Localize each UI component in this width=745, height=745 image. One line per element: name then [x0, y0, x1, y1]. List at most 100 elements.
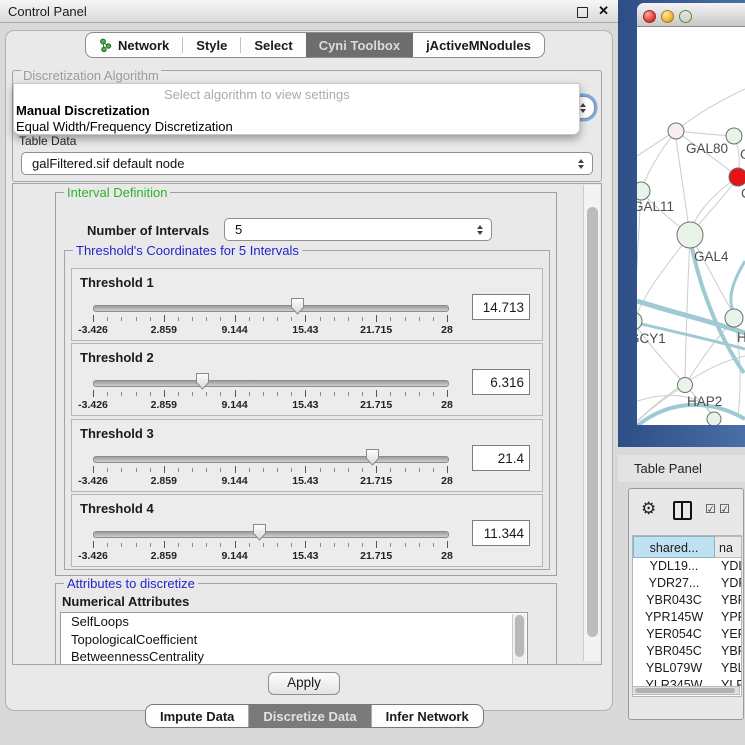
column-header-name[interactable]: na [715, 536, 742, 558]
tab-discretize-data[interactable]: Discretize Data [249, 705, 371, 727]
control-panel-tabs: Network StyleSelectCyni ToolboxjActiveMNo… [85, 32, 545, 58]
cell-name: YDL1 [715, 558, 742, 575]
dropdown-item-equal-width[interactable]: Equal Width/Frequency Discretization [16, 119, 579, 134]
list-scrollbar-thumb[interactable] [515, 615, 524, 657]
table-horizontal-scrollbar[interactable] [632, 686, 740, 695]
thresholds-group-title: Threshold's Coordinates for 5 Intervals [73, 243, 302, 258]
axis-tick-label: 15.43 [292, 475, 318, 487]
close-traffic-light-icon[interactable] [643, 10, 656, 23]
settings-scroll-panel: Interval Definition Number of Intervals … [12, 183, 602, 665]
list-item[interactable]: BetweennessCentrality [61, 648, 527, 665]
numerical-attributes-label: Numerical Attributes [62, 594, 189, 609]
combo-spinner-icon [477, 225, 484, 235]
tab-impute-data[interactable]: Impute Data [146, 705, 249, 727]
close-icon[interactable]: ✕ [598, 3, 609, 19]
table-row[interactable]: YDL19...YDL1 [633, 558, 741, 575]
cell-shared-name: YDR27... [633, 575, 715, 592]
attributes-group: Attributes to discretize Numerical Attri… [55, 583, 557, 665]
checkbox-icon[interactable]: ☑ [719, 502, 730, 516]
list-scrollbar[interactable] [512, 614, 526, 664]
combo-spinner-icon [580, 103, 587, 113]
application: Control Panel ✕ NetworkStyleSelectCyni T… [0, 0, 745, 745]
tab-jactivemnodules[interactable]: jActiveMNodules [413, 33, 544, 57]
node-gcy1[interactable] [637, 312, 642, 330]
threshold-label: Threshold 2 [80, 350, 154, 365]
threshold-value-field[interactable]: 21.4 [472, 445, 530, 471]
split-columns-icon[interactable] [673, 501, 692, 520]
node-label-gal80: GAL80 [686, 141, 728, 156]
table-data-value: galFiltered.sif default node [32, 156, 184, 171]
node-gal80[interactable] [668, 123, 684, 139]
list-item[interactable]: SelfLoops [61, 613, 527, 631]
node-bottom[interactable] [707, 412, 721, 425]
minimize-traffic-light-icon[interactable] [661, 10, 674, 23]
tab-infer-network[interactable]: Infer Network [372, 705, 483, 727]
table-row[interactable]: YDR27...YDR2 [633, 575, 741, 592]
tab-network[interactable]: Network [86, 33, 182, 57]
cell-shared-name: YBL079W [633, 660, 715, 677]
tab-cyni-toolbox[interactable]: Cyni Toolbox [306, 33, 413, 57]
table-data-combobox[interactable]: galFiltered.sif default node [21, 152, 593, 175]
table-row[interactable]: YPR145WYPR1 [633, 609, 741, 626]
checkbox-icon[interactable]: ☑ [705, 502, 716, 516]
slider-track[interactable] [93, 531, 449, 538]
axis-tick-label: 2.859 [151, 475, 177, 487]
dropdown-placeholder-item[interactable]: Select algorithm to view settings [164, 87, 579, 102]
interval-definition-title: Interval Definition [64, 185, 170, 200]
numerical-attributes-list[interactable]: SelfLoopsTopologicalCoefficientBetweenne… [60, 612, 528, 665]
cell-shared-name: YPR145W [633, 609, 715, 626]
float-window-icon[interactable] [577, 7, 588, 18]
table-row[interactable]: YER054CYER0 [633, 626, 741, 643]
threshold-value-field[interactable]: 14.713 [472, 294, 530, 320]
threshold-panel-2: Threshold 2-3.4262.8599.14415.4321.71528… [71, 343, 543, 416]
list-item[interactable]: TopologicalCoefficient [61, 631, 527, 649]
column-header-shared-name[interactable]: shared... [633, 536, 715, 558]
threshold-value-field[interactable]: 11.344 [472, 520, 530, 546]
cell-shared-name: YBR045C [633, 643, 715, 660]
axis-tick-label: 15.43 [292, 550, 318, 562]
table-scrollbar-thumb[interactable] [635, 688, 735, 693]
control-panel: Control Panel ✕ NetworkStyleSelectCyni T… [0, 0, 618, 745]
axis-tick-label: 9.144 [221, 550, 247, 562]
settings-scrollbar-thumb[interactable] [587, 207, 598, 637]
tab-select[interactable]: Select [241, 33, 305, 57]
threshold-label: Threshold 1 [80, 275, 154, 290]
number-of-intervals-combobox[interactable]: 5 [224, 218, 492, 241]
node-top-right[interactable] [726, 128, 742, 144]
axis-tick-label: -3.426 [78, 324, 108, 336]
slider-track[interactable] [93, 456, 449, 463]
threshold-panel-4: Threshold 4-3.4262.8599.14415.4321.71528… [71, 494, 543, 567]
tab-label: Network [118, 38, 169, 53]
threshold-value-field[interactable]: 6.316 [472, 369, 530, 395]
network-window-titlebar[interactable] [637, 3, 745, 27]
axis-tick-label: 15.43 [292, 324, 318, 336]
axis-tick-label: 9.144 [221, 324, 247, 336]
table-panel: ⚙ ☑ ☑ shared... na YDL19...YDL1YDR27...Y… [628, 488, 744, 720]
apply-button[interactable]: Apply [268, 672, 340, 695]
table-row[interactable]: YBL079WYBL0 [633, 660, 741, 677]
node-h[interactable] [725, 309, 743, 327]
threshold-label: Threshold 4 [80, 501, 154, 516]
node-gal11[interactable] [637, 182, 650, 200]
slider-track[interactable] [93, 380, 449, 387]
axis-tick-label: -3.426 [78, 475, 108, 487]
slider-track[interactable] [93, 305, 449, 312]
node-hap2[interactable] [678, 378, 693, 393]
table-row[interactable]: YBR043CYBR0 [633, 592, 741, 609]
table-panel-title: Table Panel [618, 455, 745, 482]
cell-shared-name: YBR043C [633, 592, 715, 609]
table-row[interactable]: YBR045CYBR0 [633, 643, 741, 660]
node-label-g: G. [740, 147, 745, 162]
network-canvas[interactable]: GAL80G.CGAL11GAL4GCY1HHAP2 [637, 27, 745, 425]
algorithm-dropdown-popup: Select algorithm to view settings Manual… [13, 83, 580, 135]
node-gal4[interactable] [677, 222, 703, 248]
algorithm-section-title: Discretization Algorithm [21, 68, 161, 83]
gear-icon[interactable]: ⚙ [641, 499, 656, 519]
bottom-tabs: Impute DataDiscretize DataInfer Network [145, 704, 484, 728]
settings-scrollbar[interactable] [583, 185, 600, 661]
zoom-traffic-light-icon[interactable] [679, 10, 692, 23]
tab-style[interactable]: Style [183, 33, 240, 57]
node-selected-red[interactable] [729, 168, 745, 186]
node-table[interactable]: shared... na YDL19...YDL1YDR27...YDR2YBR… [632, 535, 742, 697]
dropdown-item-manual-discretization[interactable]: Manual Discretization [16, 103, 579, 118]
